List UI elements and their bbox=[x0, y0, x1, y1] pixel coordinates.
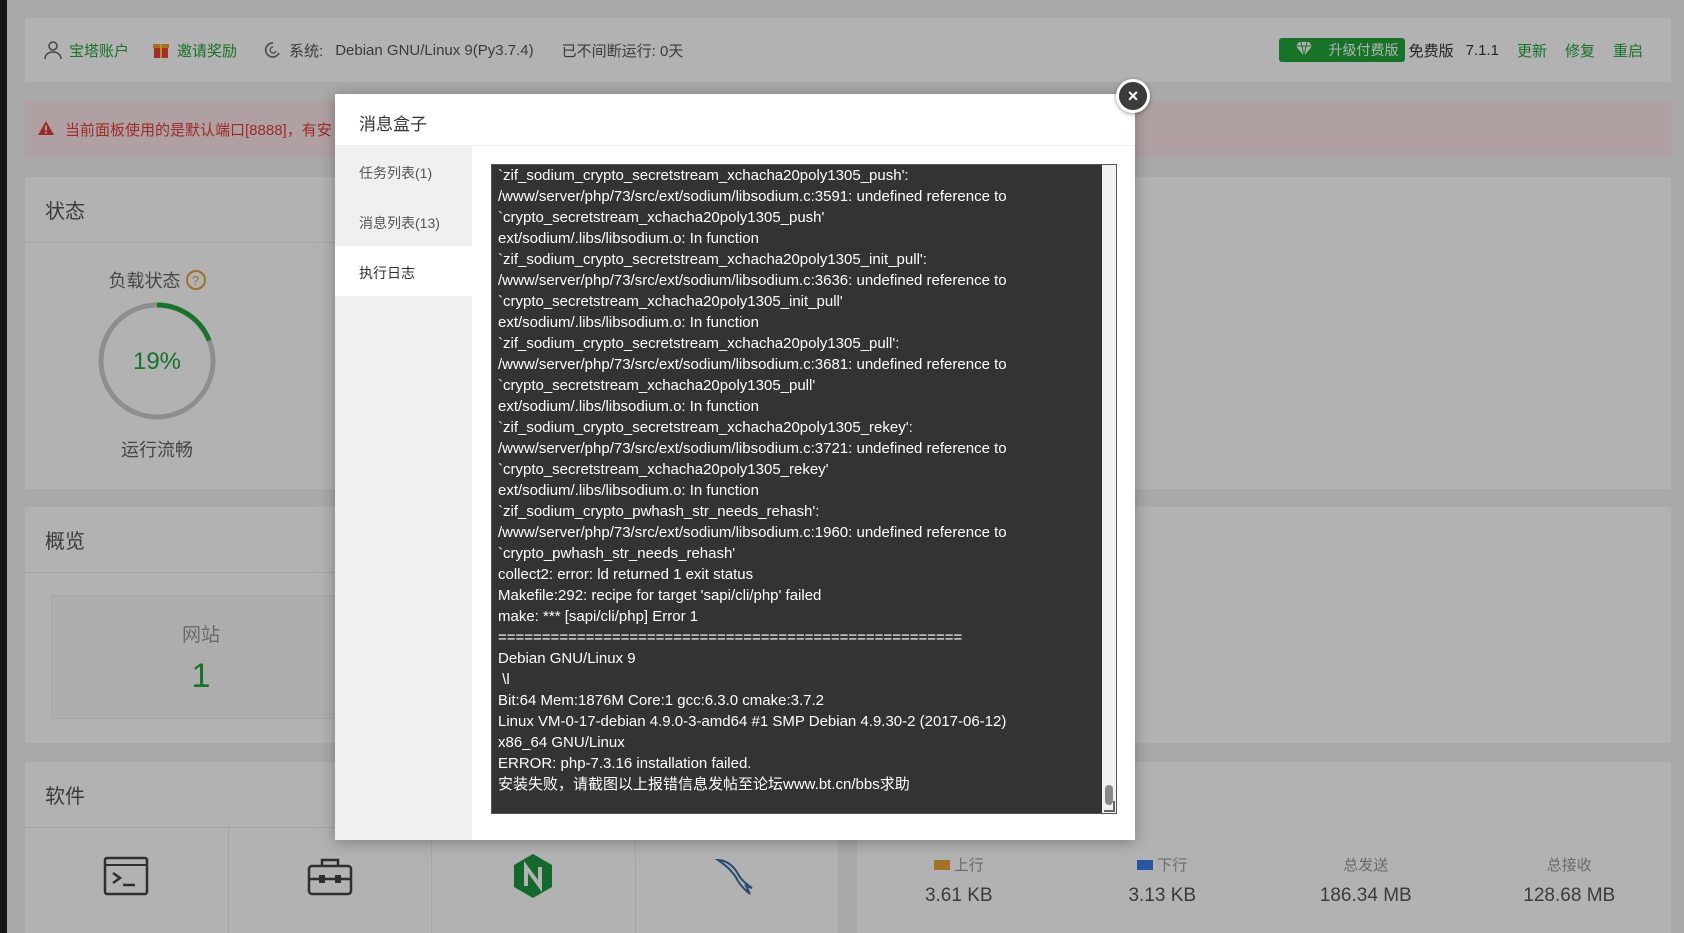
resize-grip-icon[interactable] bbox=[1104, 801, 1115, 812]
modal-body: `zif_sodium_crypto_secretstream_xchacha2… bbox=[472, 146, 1135, 840]
tab-message-list[interactable]: 消息列表(13) bbox=[335, 196, 472, 246]
tab-task-list[interactable]: 任务列表(1) bbox=[335, 146, 472, 196]
modal-sidebar: 任务列表(1) 消息列表(13) 执行日志 bbox=[335, 146, 472, 840]
modal-title: 消息盒子 bbox=[335, 94, 1135, 146]
close-button[interactable]: × bbox=[1116, 79, 1150, 113]
execution-log-box[interactable]: `zif_sodium_crypto_secretstream_xchacha2… bbox=[491, 164, 1117, 814]
log-scrollbar[interactable] bbox=[1102, 165, 1116, 813]
execution-log-text: `zif_sodium_crypto_secretstream_xchacha2… bbox=[498, 167, 1007, 793]
message-box-modal: 消息盒子 任务列表(1) 消息列表(13) 执行日志 `zif_sodium_c… bbox=[335, 94, 1135, 840]
tab-execution-log[interactable]: 执行日志 bbox=[335, 246, 472, 296]
